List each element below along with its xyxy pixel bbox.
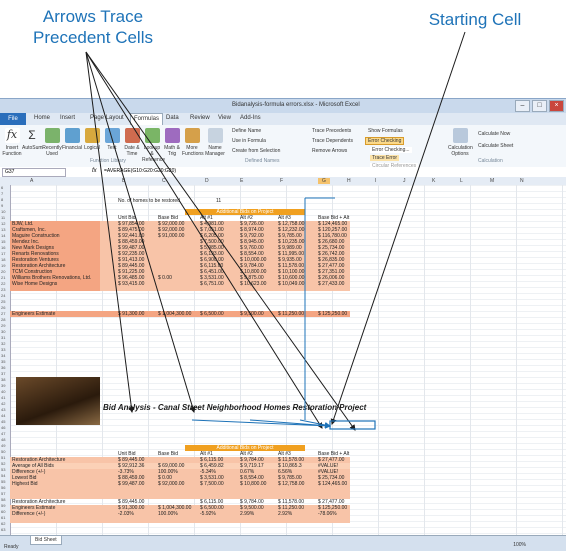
trace-arrows (85, 31, 466, 431)
starting-cell-outline (329, 420, 376, 430)
pointer-line (85, 51, 196, 413)
pointer-line (85, 51, 323, 429)
pointer-line (85, 51, 135, 413)
pointer-line (85, 51, 356, 431)
pointer-line-starting-cell (330, 31, 466, 425)
